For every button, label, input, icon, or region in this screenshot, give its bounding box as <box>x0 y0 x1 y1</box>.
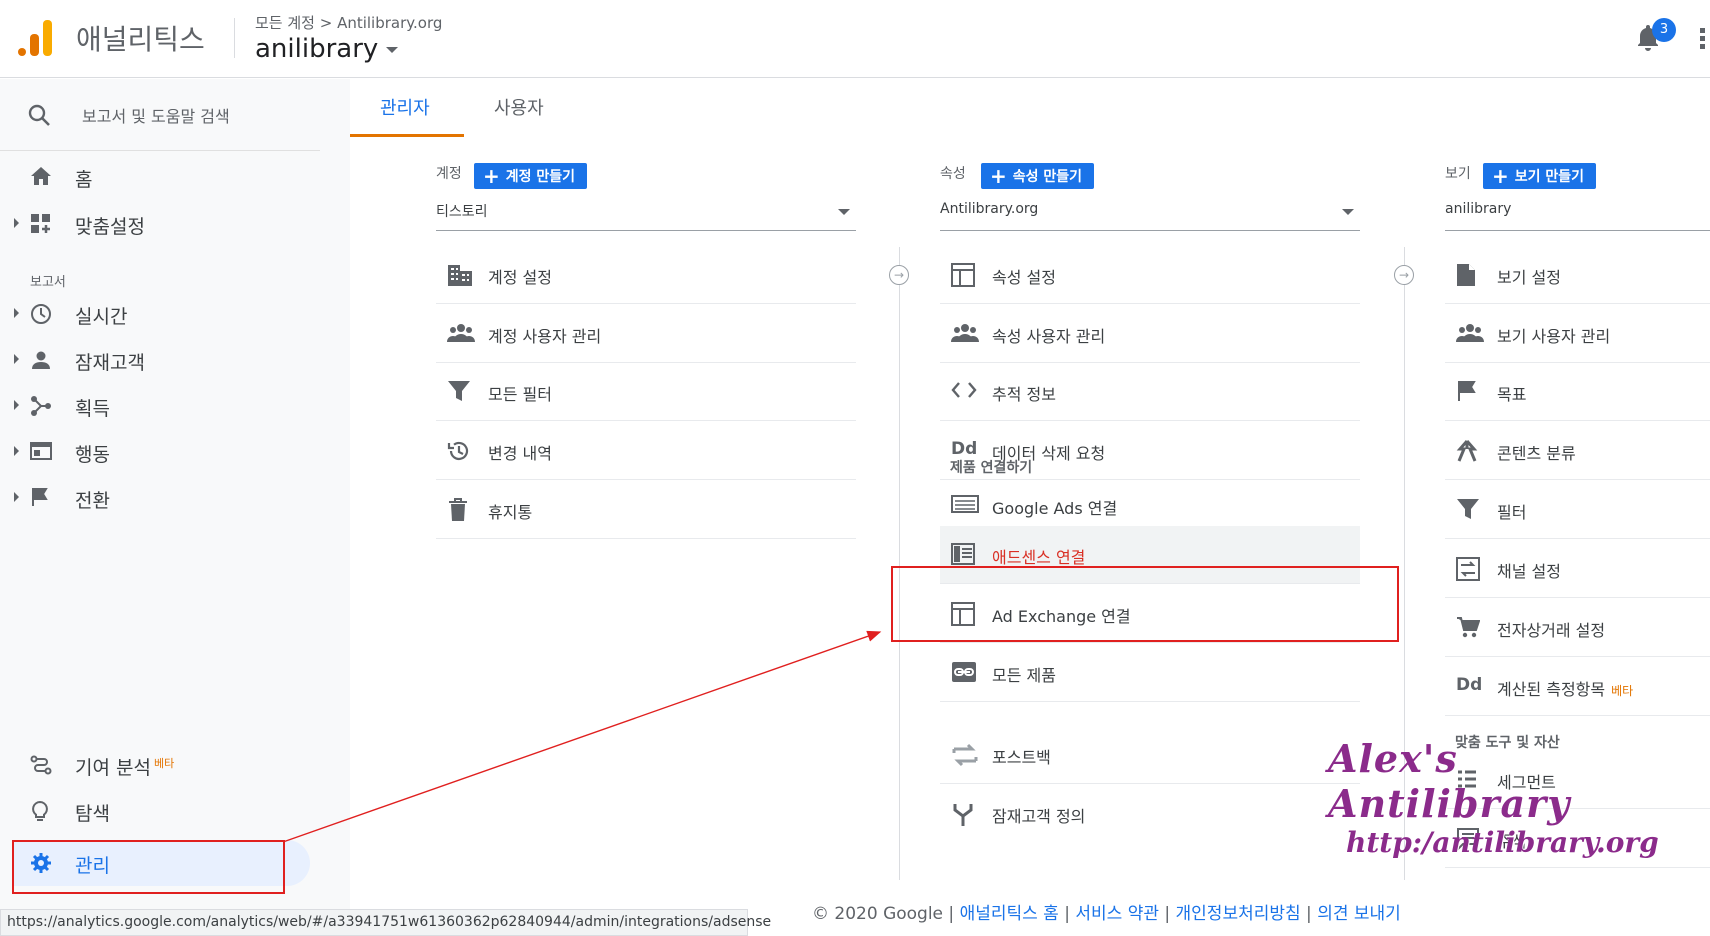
footer-sep: | <box>943 904 960 924</box>
footer-sep: | <box>1058 904 1076 924</box>
watermark: Alex's Antilibrary http:/antilibrary.org <box>1328 736 1710 859</box>
browser-status-url: https://analytics.google.com/analytics/w… <box>0 909 771 936</box>
footer-link-feedback[interactable]: 의견 보내기 <box>1317 904 1401 924</box>
watermark-line2: http:/antilibrary.org <box>1346 826 1659 859</box>
copyright: © 2020 Google <box>812 904 944 924</box>
footer-link-privacy[interactable]: 개인정보처리방침 <box>1176 904 1301 924</box>
footer-sep: | <box>1300 904 1318 924</box>
watermark-line1: Alex's Antilibrary <box>1328 736 1571 826</box>
footer-sep: | <box>1158 904 1176 924</box>
footer-link-terms[interactable]: 서비스 약관 <box>1075 904 1159 924</box>
footer: © 2020 Google | 애널리틱스 홈 | 서비스 약관 | 개인정보처… <box>812 899 1401 924</box>
footer-link-analytics-home[interactable]: 애널리틱스 홈 <box>960 904 1059 924</box>
